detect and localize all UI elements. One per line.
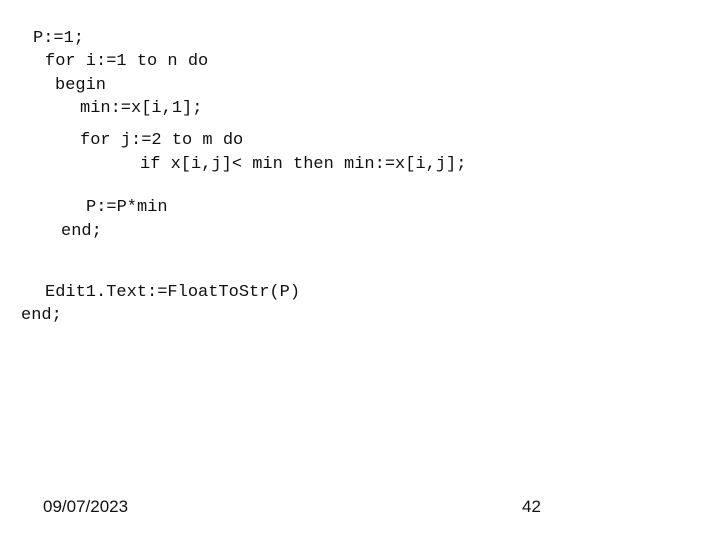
code-line-4: min:=x[i,1];: [80, 99, 203, 118]
footer-date: 09/07/2023: [43, 497, 129, 516]
code-line-2: for i:=1 to n do: [45, 52, 209, 71]
code-line-6: if x[i,j]< min then min:=x[i,j];: [140, 155, 467, 174]
code-line-5: for j:=2 to m do: [80, 131, 244, 150]
code-line-10: end;: [21, 306, 62, 325]
code-line-7: P:=P*min: [86, 198, 168, 217]
code-line-1: P:=1;: [33, 29, 85, 48]
code-line-8: end;: [61, 222, 102, 241]
footer-slide-number: 42: [522, 497, 541, 516]
code-line-3: begin: [55, 76, 107, 95]
code-line-9: Edit1.Text:=FloatToStr(P): [45, 283, 301, 302]
